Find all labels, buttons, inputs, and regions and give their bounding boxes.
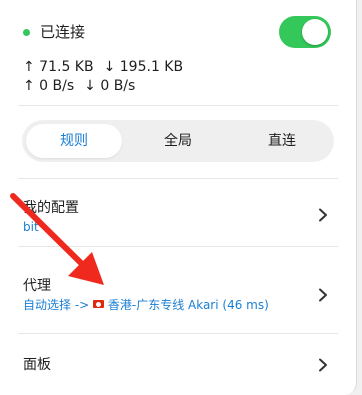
mode-rule-button[interactable]: 规则: [26, 124, 122, 158]
proxy-group: 自动选择 ->: [23, 298, 90, 312]
download-speed: ↓ 0 B/s: [84, 78, 136, 94]
divider: [18, 178, 338, 179]
connection-toggle[interactable]: [279, 16, 331, 48]
mode-direct-button[interactable]: 直连: [234, 124, 330, 158]
divider: [18, 246, 338, 247]
proxy-row-subtitle: 自动选择 -> 香港-广东专线 Akari (46 ms): [23, 297, 269, 313]
config-row-title: 我的配置: [23, 200, 79, 216]
panel-row-title: 面板: [23, 357, 51, 373]
chevron-right-icon: [319, 358, 327, 372]
proxy-node: 香港-广东专线 Akari (46 ms): [107, 298, 269, 312]
chevron-right-icon: [319, 208, 327, 222]
total-download: ↓ 195.1 KB: [103, 59, 184, 75]
chevron-right-icon: [319, 288, 327, 302]
mode-selector: 规则 全局 直连: [22, 120, 334, 162]
proxy-row-title: 代理: [23, 278, 51, 294]
status-dot: [23, 29, 30, 36]
popover-panel: 已连接 ↑ 71.5 KB ↓ 195.1 KB ↑ 0 B/s ↓ 0 B/s 规…: [0, 0, 357, 395]
connection-status: 已连接: [40, 23, 86, 41]
config-row-subtitle: bit: [23, 220, 39, 234]
upload-speed: ↑ 0 B/s: [23, 78, 75, 94]
divider: [18, 105, 338, 106]
mode-global-button[interactable]: 全局: [130, 124, 226, 158]
total-upload: ↑ 71.5 KB: [23, 59, 94, 75]
hong-kong-flag-icon: [93, 300, 105, 308]
divider: [18, 333, 338, 334]
toggle-knob: [302, 19, 328, 45]
traffic-total: ↑ 71.5 KB ↓ 195.1 KB: [23, 58, 183, 76]
traffic-speed: ↑ 0 B/s ↓ 0 B/s: [23, 77, 135, 95]
